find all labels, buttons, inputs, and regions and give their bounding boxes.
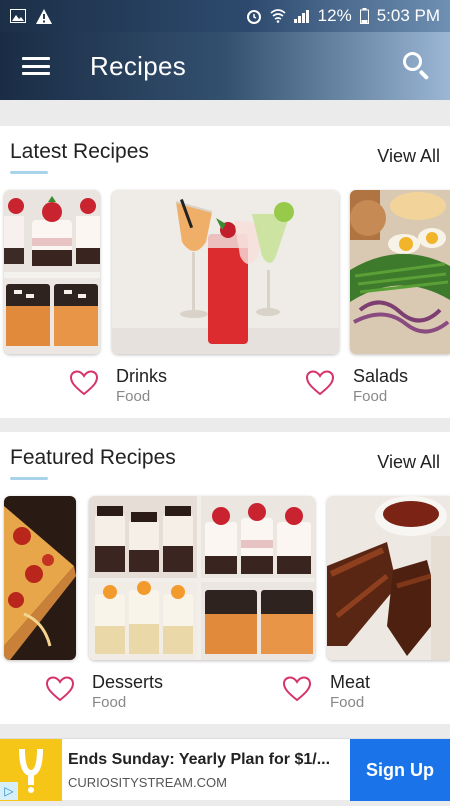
recipe-card-salads[interactable] <box>350 190 450 354</box>
recipe-card-meat[interactable] <box>327 496 450 660</box>
meat-image <box>327 496 450 660</box>
view-all-latest-link[interactable]: View All <box>377 146 440 167</box>
card-title: Drinks <box>116 366 168 386</box>
signal-icon <box>293 10 309 23</box>
battery-percent: 12% <box>317 6 352 25</box>
ad-banner[interactable]: ▷ Ends Sunday: Yearly Plan for $1/... CU… <box>0 738 450 801</box>
battery-icon <box>359 8 369 24</box>
section-underline <box>10 477 48 480</box>
sign-up-button[interactable]: Sign Up <box>350 739 450 801</box>
clock: 5:03 PM <box>376 6 440 25</box>
favorite-heart-icon[interactable] <box>282 676 312 702</box>
ad-url: CURIOSITYSTREAM.COM <box>68 775 227 790</box>
wifi-icon <box>270 9 286 23</box>
app-bar: Recipes <box>0 32 450 100</box>
warning-icon <box>36 8 52 24</box>
recipe-card-desserts[interactable] <box>89 496 315 660</box>
search-icon[interactable] <box>402 51 432 81</box>
recipe-card-pizza[interactable] <box>4 496 76 660</box>
favorite-heart-icon[interactable] <box>305 370 335 396</box>
status-bar: 12% 5:03 PM <box>0 0 450 32</box>
page-title: Recipes <box>90 50 187 81</box>
card-title: Desserts <box>92 672 164 692</box>
pizza-image <box>4 496 76 660</box>
latest-header: Latest Recipes View All <box>0 126 450 186</box>
drinks-image <box>112 190 339 354</box>
card-title: Salads <box>353 366 409 386</box>
recipe-card-desserts[interactable] <box>4 190 100 354</box>
card-category: Food <box>330 694 365 711</box>
latest-recipes-section: Latest Recipes View All Drinks Food Sala… <box>0 126 450 418</box>
ad-choices-icon[interactable]: ▷ <box>0 782 18 800</box>
view-all-featured-link[interactable]: View All <box>377 452 440 473</box>
card-category: Food <box>116 388 151 405</box>
recipe-card-drinks[interactable] <box>112 190 339 354</box>
section-underline <box>10 171 48 174</box>
section-title: Latest Recipes <box>10 140 149 163</box>
ad-headline: Ends Sunday: Yearly Plan for $1/... <box>68 751 331 768</box>
desserts-image <box>89 496 315 660</box>
card-category: Food <box>353 388 388 405</box>
image-icon <box>10 9 26 23</box>
section-title: Featured Recipes <box>10 446 176 469</box>
favorite-heart-icon[interactable] <box>69 370 99 396</box>
card-title: Meat <box>330 672 371 692</box>
featured-header: Featured Recipes View All <box>0 432 450 492</box>
favorite-heart-icon[interactable] <box>45 676 75 702</box>
menu-icon[interactable] <box>22 55 50 77</box>
salads-image <box>350 190 450 354</box>
alarm-icon <box>246 10 261 24</box>
featured-recipes-section: Featured Recipes View All Desserts Food … <box>0 432 450 724</box>
desserts-image <box>4 190 100 354</box>
card-category: Food <box>92 694 127 711</box>
